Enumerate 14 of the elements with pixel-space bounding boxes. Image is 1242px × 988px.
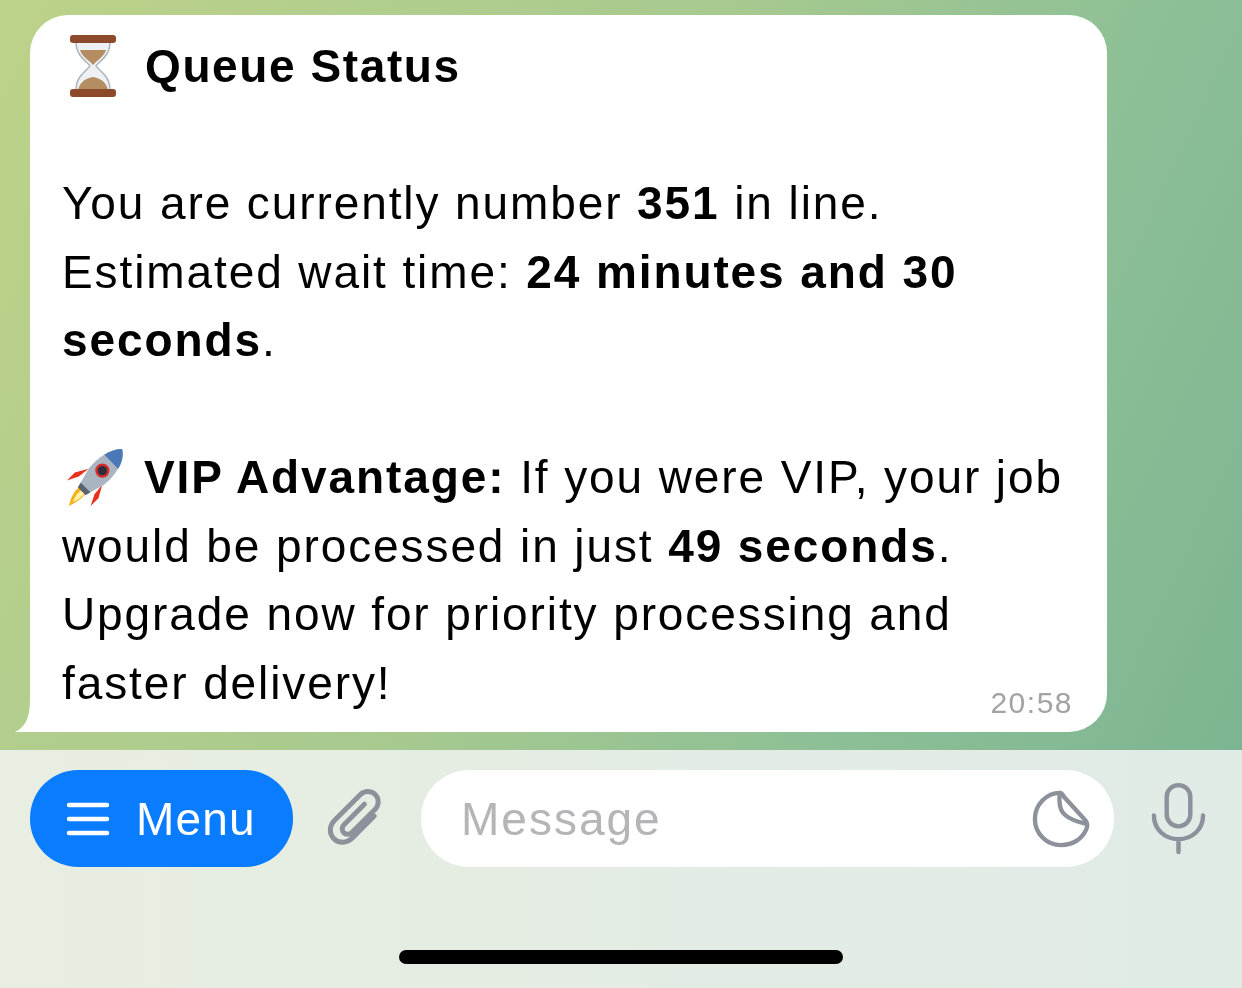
promo-text: faster delivery! bbox=[62, 655, 392, 711]
sticker-icon[interactable] bbox=[1032, 790, 1090, 848]
promo-text: Upgrade now for priority processing and bbox=[62, 587, 952, 642]
menu-button[interactable]: Menu bbox=[30, 770, 293, 867]
message-text: Estimated wait time: 24 minutes and 30 seconds. bbox=[62, 244, 959, 368]
microphone-icon[interactable] bbox=[1150, 782, 1207, 855]
message-title: Queue Status bbox=[145, 39, 461, 94]
menu-icon bbox=[66, 801, 110, 836]
promo-text: would be processed in just 49 seconds. bbox=[62, 518, 953, 574]
message-field[interactable]: Message bbox=[421, 770, 1114, 867]
hourglass-icon bbox=[68, 35, 118, 98]
promo-text: VIP Advantage: If you were VIP, your job bbox=[144, 450, 1063, 505]
message-time: 20:58 bbox=[990, 688, 1073, 718]
message-text: You are currently number 351 in line. bbox=[62, 176, 884, 231]
